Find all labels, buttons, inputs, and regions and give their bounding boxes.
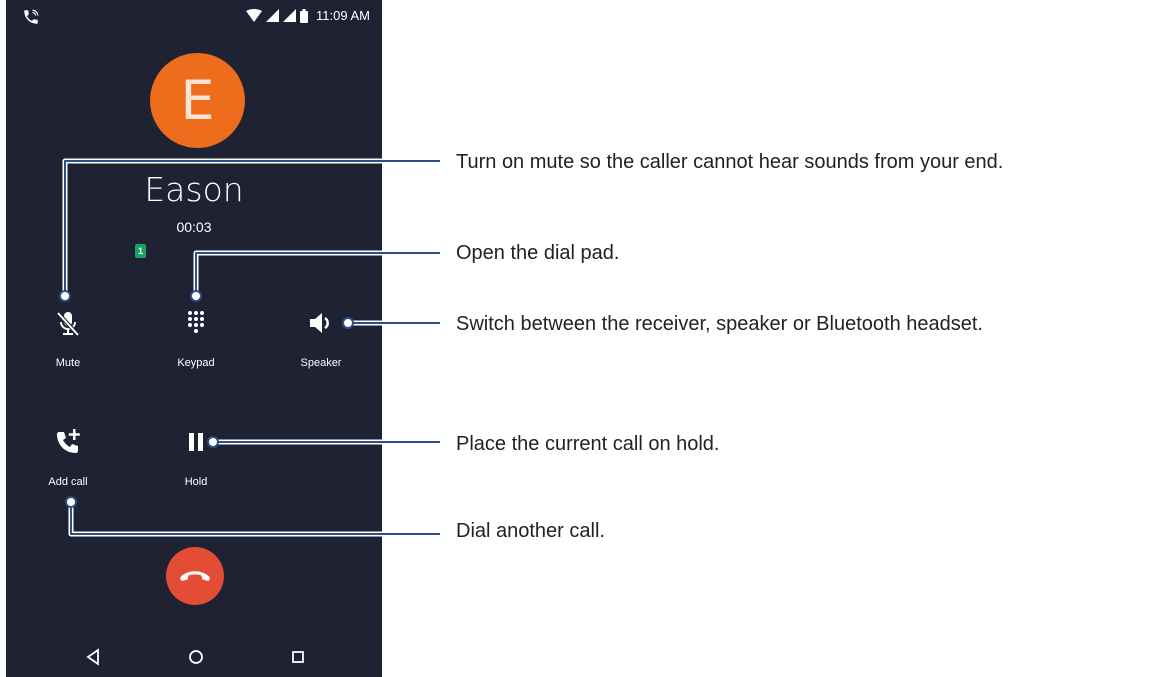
phone-call-icon xyxy=(24,9,39,24)
home-icon[interactable] xyxy=(184,645,208,669)
add-call-icon xyxy=(57,429,80,453)
dialpad-icon xyxy=(188,311,204,333)
mute-label: Mute xyxy=(55,357,81,369)
add-call-label: Add call xyxy=(48,476,88,488)
callout-keypad: Open the dial pad. xyxy=(456,242,620,264)
keypad-label: Keypad xyxy=(177,357,215,369)
add-call-button[interactable]: Add call xyxy=(8,426,128,488)
back-icon[interactable] xyxy=(81,645,105,669)
call-duration: 00:03 xyxy=(176,219,212,235)
recents-icon[interactable] xyxy=(286,645,310,669)
end-call-button[interactable] xyxy=(166,547,224,605)
signal-icon xyxy=(266,9,280,22)
hold-label: Hold xyxy=(184,476,208,488)
battery-icon xyxy=(300,8,309,23)
callout-add-call: Dial another call. xyxy=(456,520,605,542)
mute-button[interactable]: Mute xyxy=(8,307,128,369)
signal-icon xyxy=(283,9,297,22)
pause-icon xyxy=(189,433,203,451)
volume-icon xyxy=(310,313,329,333)
speaker-button[interactable]: Speaker xyxy=(261,307,381,369)
end-call-icon xyxy=(180,571,210,581)
wifi-icon xyxy=(246,9,263,22)
caller-avatar: E xyxy=(150,53,245,148)
status-time: 11:09 AM xyxy=(316,8,370,23)
sim-badge: 1 xyxy=(135,244,146,258)
hold-button[interactable]: Hold xyxy=(136,426,256,488)
mic-off-icon xyxy=(56,311,80,337)
callout-mute: Turn on mute so the caller cannot hear s… xyxy=(456,151,1004,173)
speaker-label: Speaker xyxy=(300,357,342,369)
status-bar: 11:09 AM xyxy=(6,0,382,32)
caller-name: Eason xyxy=(144,170,244,209)
phone-screen: 11:09 AM E Eason 00:03 1 Mute Keypad Spe… xyxy=(6,0,382,677)
callout-speaker: Switch between the receiver, speaker or … xyxy=(456,313,983,335)
callout-hold: Place the current call on hold. xyxy=(456,433,720,455)
keypad-button[interactable]: Keypad xyxy=(136,307,256,369)
